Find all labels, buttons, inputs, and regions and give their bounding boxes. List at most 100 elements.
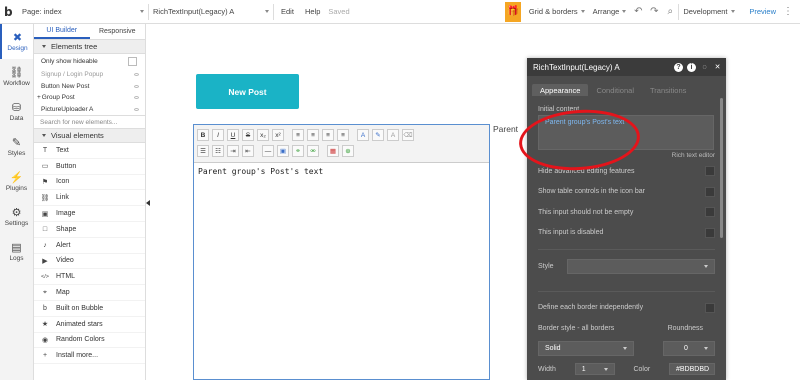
clear-format-icon[interactable]: ⌫ <box>402 129 414 141</box>
arrange-menu[interactable]: Arrange <box>589 0 631 24</box>
insert-image-icon[interactable]: ▣ <box>277 145 289 157</box>
preview-link[interactable]: Preview <box>745 0 780 24</box>
highlight-icon[interactable]: ✎ <box>372 129 384 141</box>
visual-element-icon[interactable]: ⚑ Icon <box>34 175 145 191</box>
rail-item-plugins[interactable]: ⚡ Plugins <box>0 164 33 199</box>
tree-item[interactable]: Button New Post <box>34 81 145 93</box>
eye-icon[interactable] <box>134 96 139 100</box>
property-scrollbar[interactable] <box>720 98 723 238</box>
visual-element-install-more[interactable]: + Install more... <box>34 348 145 365</box>
rail-item-data[interactable]: ⛁ Data <box>0 94 33 129</box>
rail-item-settings[interactable]: ⚙ Settings <box>0 199 33 234</box>
table-options-icon[interactable]: ⊕ <box>342 145 354 157</box>
grid-borders-menu[interactable]: Grid & borders <box>525 0 589 24</box>
bubble-logo[interactable]: b <box>4 5 18 19</box>
visual-element-shape[interactable]: □ Shape <box>34 222 145 238</box>
info-icon[interactable]: i <box>687 62 696 72</box>
visual-element-animated-stars[interactable]: ★ Animated stars <box>34 317 145 333</box>
align-left-icon[interactable]: ≡ <box>292 129 304 141</box>
align-justify-icon[interactable]: ≡ <box>337 129 349 141</box>
disabled-checkbox[interactable] <box>705 227 715 238</box>
rte-content[interactable]: Parent group's Post's text <box>194 163 489 180</box>
underline-icon[interactable]: U <box>227 129 239 141</box>
numbered-list-icon[interactable]: ☷ <box>212 145 224 157</box>
comment-icon[interactable]: ◌ <box>700 63 709 72</box>
bold-icon[interactable]: B <box>197 129 209 141</box>
table-controls-checkbox[interactable] <box>705 186 715 197</box>
visual-elements-header[interactable]: Visual elements <box>34 129 145 143</box>
subscript-icon[interactable]: x₂ <box>257 129 269 141</box>
menu-help[interactable]: Help <box>298 0 324 24</box>
align-right-icon[interactable]: ≡ <box>322 129 334 141</box>
rail-item-logs[interactable]: ▤ Logs <box>0 234 33 269</box>
more-menu-icon[interactable]: ⋮ <box>780 4 796 20</box>
eye-icon[interactable] <box>134 84 139 88</box>
tab-responsive[interactable]: Responsive <box>90 24 146 39</box>
superscript-icon[interactable]: x² <box>272 129 284 141</box>
tree-item[interactable]: + Group Post <box>34 92 145 104</box>
visual-element-html[interactable]: </> HTML <box>34 269 145 286</box>
element-search-input[interactable]: Search for new elements... <box>34 115 145 129</box>
font-size-icon[interactable]: A <box>387 129 399 141</box>
tab-conditional[interactable]: Conditional <box>588 84 642 96</box>
redo-icon[interactable]: ↷ <box>646 4 662 20</box>
page-select[interactable]: Page: index <box>18 0 148 24</box>
rail-item-styles[interactable]: ✎ Styles <box>0 129 33 164</box>
element-select[interactable]: RichTextInput(Legacy) A <box>149 0 273 24</box>
disabled-row[interactable]: This input is disabled <box>538 223 715 244</box>
gift-icon[interactable]: 🎁 <box>504 1 521 22</box>
tree-item[interactable]: PictureUploader A <box>34 104 145 116</box>
font-color-icon[interactable]: A <box>357 129 369 141</box>
visual-element-text[interactable]: T Text <box>34 143 145 159</box>
tab-ui-builder[interactable]: UI Builder <box>34 24 90 39</box>
bullet-list-icon[interactable]: ☰ <box>197 145 209 157</box>
tab-appearance[interactable]: Appearance <box>532 84 589 96</box>
hide-advanced-checkbox[interactable] <box>705 166 715 177</box>
insert-link-icon[interactable]: ⚭ <box>292 145 304 157</box>
elements-tree-header[interactable]: Elements tree <box>34 40 145 54</box>
rich-text-input[interactable]: B I U S x₂ x² ≡ ≡ ≡ ≡ A ✎ A ⌫ ☰ ☷ ⇥ ⇤ — … <box>193 124 490 380</box>
close-icon[interactable]: ✕ <box>713 63 722 72</box>
rail-item-workflow[interactable]: ⛓ Workflow <box>0 59 33 94</box>
define-each-border-checkbox[interactable] <box>705 302 715 313</box>
visual-element-video[interactable]: ▶ Video <box>34 254 145 270</box>
visual-element-image[interactable]: ▣ Image <box>34 206 145 222</box>
italic-icon[interactable]: I <box>212 129 224 141</box>
visual-element-map[interactable]: ⌖ Map <box>34 285 145 301</box>
tree-item[interactable]: Signup / Login Popup <box>34 69 145 81</box>
style-select[interactable] <box>567 258 715 274</box>
visual-element-link[interactable]: ⛓ Link <box>34 190 145 207</box>
rail-item-design[interactable]: ✖ Design <box>0 24 33 59</box>
tab-transitions[interactable]: Transitions <box>642 84 694 96</box>
search-icon[interactable]: ⌕ <box>662 4 678 20</box>
help-icon[interactable]: ? <box>674 62 683 72</box>
new-post-button[interactable]: New Post <box>196 74 299 109</box>
environment-select[interactable]: Development <box>679 0 745 24</box>
property-editor-header[interactable]: RichTextInput(Legacy) A ? i ◌ ✕ <box>527 58 726 76</box>
strikethrough-icon[interactable]: S <box>242 129 254 141</box>
remove-link-icon[interactable]: ⚮ <box>307 145 319 157</box>
width-input[interactable]: 1 <box>574 363 615 376</box>
collapse-panel-icon[interactable] <box>146 200 150 206</box>
visual-element-alert[interactable]: ♪ Alert <box>34 238 145 254</box>
visual-element-random-colors[interactable]: ◉ Random Colors <box>34 333 145 349</box>
outdent-icon[interactable]: ⇤ <box>242 145 254 157</box>
eye-icon[interactable] <box>134 73 139 77</box>
indent-icon[interactable]: ⇥ <box>227 145 239 157</box>
color-picker[interactable]: #BDBDBD <box>668 363 715 376</box>
undo-icon[interactable]: ↶ <box>630 4 646 20</box>
not-empty-checkbox[interactable] <box>705 207 715 218</box>
roundness-select[interactable]: 0 <box>663 341 715 357</box>
table-controls-row[interactable]: Show table controls in the icon bar <box>538 182 715 203</box>
define-each-border-row[interactable]: Define each border independently <box>538 298 715 319</box>
not-empty-row[interactable]: This input should not be empty <box>538 202 715 223</box>
expand-plus-icon[interactable]: + <box>37 94 41 101</box>
insert-table-icon[interactable]: ▦ <box>327 145 339 157</box>
menu-edit[interactable]: Edit <box>274 0 298 24</box>
eye-icon[interactable] <box>134 107 139 111</box>
align-center-icon[interactable]: ≡ <box>307 129 319 141</box>
only-show-hideable[interactable]: Only show hideable <box>34 54 145 69</box>
only-show-hideable-checkbox[interactable] <box>128 57 137 66</box>
visual-element-button[interactable]: ▭ Button <box>34 159 145 175</box>
visual-element-built-on-bubble[interactable]: b Built on Bubble <box>34 301 145 317</box>
